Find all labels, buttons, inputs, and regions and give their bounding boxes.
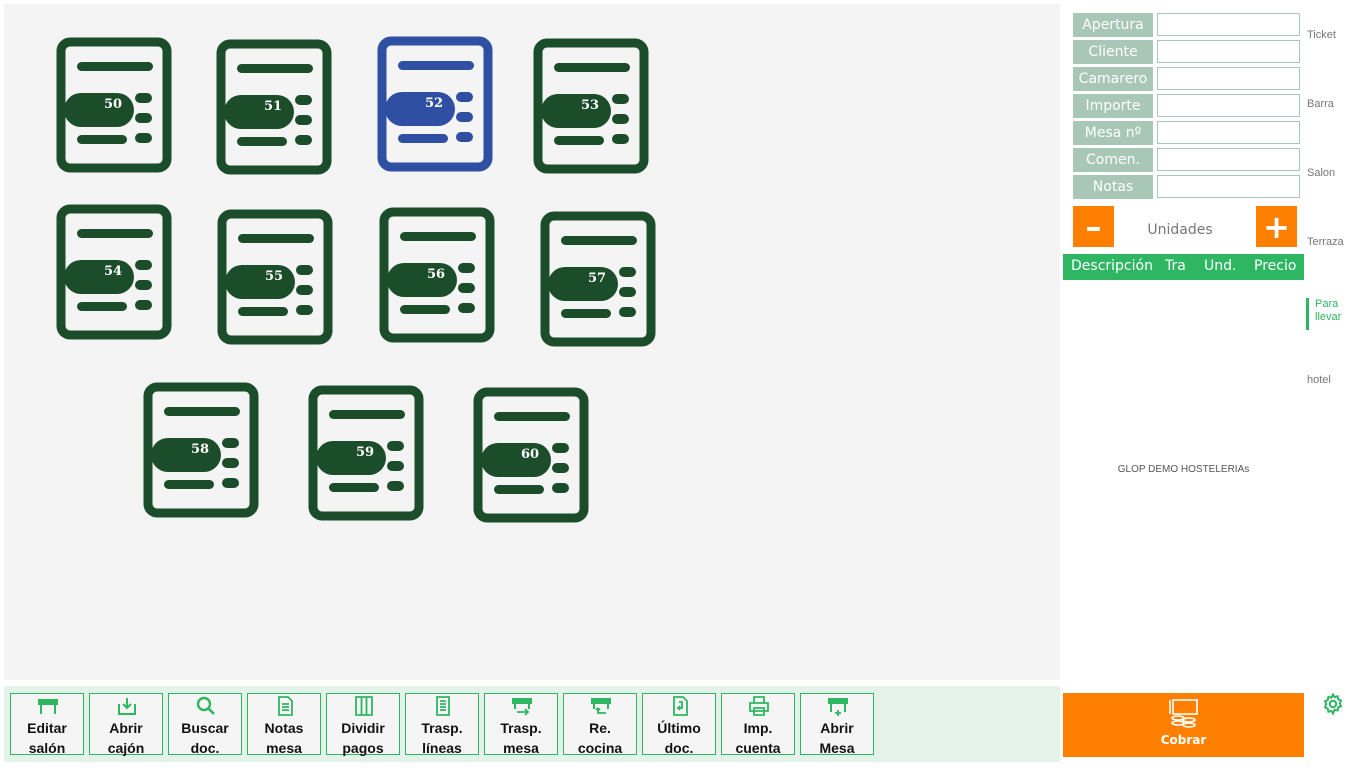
table-number: 53 xyxy=(581,98,600,113)
field-label: Camarero xyxy=(1073,67,1153,91)
table-floor: 50 51 52 53 54 55 56 57 58 59 60 xyxy=(4,4,1060,680)
toolbar-button-label: Imp. cuenta xyxy=(735,720,781,756)
table-number: 51 xyxy=(264,99,283,114)
toolbar-button-label: Trasp. mesa xyxy=(500,720,542,756)
drawer-download-icon xyxy=(118,698,136,715)
table-54[interactable]: 54 xyxy=(56,204,172,340)
gear-icon[interactable] xyxy=(1321,692,1345,716)
field-label: Cliente xyxy=(1073,40,1153,64)
toolbar-button-label: Re. cocina xyxy=(577,720,623,756)
column-descripcion[interactable]: Descripción xyxy=(1071,258,1153,274)
table-undo-icon xyxy=(591,698,611,714)
column-tra[interactable]: Tra xyxy=(1165,258,1186,274)
table-add-icon xyxy=(828,698,848,716)
table-53[interactable]: 53 xyxy=(533,38,649,174)
column-und[interactable]: Und. xyxy=(1204,258,1236,274)
columns-icon xyxy=(355,696,373,716)
imp-cuenta-button[interactable]: Imp. cuenta xyxy=(721,693,795,756)
table-59[interactable]: 59 xyxy=(308,385,424,521)
field-input[interactable] xyxy=(1157,94,1300,117)
table-number: 60 xyxy=(521,447,540,462)
toolbar-button-label: Abrir Mesa xyxy=(819,720,855,756)
field-input[interactable] xyxy=(1157,40,1300,63)
table-number: 57 xyxy=(588,271,607,286)
bottom-toolbar: Editar salón Abrir cajón Buscar doc. Notas … xyxy=(4,686,1060,762)
trasp-lineas-button[interactable]: Trasp. líneas xyxy=(405,693,479,756)
abrir-cajon-button[interactable]: Abrir cajón xyxy=(89,693,163,756)
toolbar-button-label: Buscar doc. xyxy=(181,720,229,756)
field-input[interactable] xyxy=(1157,67,1300,90)
toolbar-button-label: Dividir pagos xyxy=(341,720,385,756)
table-60[interactable]: 60 xyxy=(473,387,589,523)
editar-salon-button[interactable]: Editar salón xyxy=(10,693,84,756)
field-input[interactable] xyxy=(1157,13,1300,36)
table-55[interactable]: 55 xyxy=(217,209,333,345)
buscar-doc-button[interactable]: Buscar doc. xyxy=(168,693,242,756)
category-barra[interactable]: Barra xyxy=(1307,98,1334,110)
table-58[interactable]: 58 xyxy=(143,382,259,518)
decrease-units-button[interactable]: – xyxy=(1073,206,1114,247)
document-icon xyxy=(278,696,293,716)
cobrar-button[interactable]: Cobrar xyxy=(1063,693,1304,757)
table-number: 56 xyxy=(427,267,446,282)
units-label: Unidades xyxy=(1147,222,1213,238)
cash-register-icon xyxy=(1169,699,1198,728)
field-label: Notas xyxy=(1073,175,1153,199)
notas-mesa-button[interactable]: Notas mesa xyxy=(247,693,321,756)
category-terraza[interactable]: Terraza xyxy=(1307,236,1344,248)
printer-icon xyxy=(749,696,769,716)
field-input[interactable] xyxy=(1157,175,1300,198)
toolbar-button-label: Abrir cajón xyxy=(107,720,145,756)
field-label: Importe xyxy=(1073,94,1153,118)
column-precio[interactable]: Precio xyxy=(1254,258,1296,274)
category-hotel[interactable]: hotel xyxy=(1307,374,1331,386)
table-number: 55 xyxy=(265,269,284,284)
table-51[interactable]: 51 xyxy=(216,39,332,175)
field-label: Comen. xyxy=(1073,148,1153,172)
table-icon xyxy=(38,699,58,714)
list-document-icon xyxy=(436,696,450,716)
field-input[interactable] xyxy=(1157,148,1300,171)
table-move-icon xyxy=(512,698,532,716)
table-number: 50 xyxy=(104,97,123,112)
table-number: 58 xyxy=(191,442,210,457)
cobrar-label: Cobrar xyxy=(1160,733,1207,747)
category-salon[interactable]: Salon xyxy=(1307,167,1335,179)
field-input[interactable] xyxy=(1157,121,1300,144)
order-grid[interactable]: GLOP DEMO HOSTELERIAs xyxy=(1063,280,1304,659)
table-52[interactable]: 52 xyxy=(377,36,493,172)
search-icon xyxy=(196,696,215,715)
trasp-mesa-button[interactable]: Trasp. mesa xyxy=(484,693,558,756)
category-para-llevar[interactable]: Para llevar xyxy=(1306,298,1355,330)
ultimo-doc-button[interactable]: Último doc. xyxy=(642,693,716,756)
toolbar-button-label: Notas mesa xyxy=(264,720,304,756)
increase-units-button[interactable]: + xyxy=(1256,206,1297,247)
table-57[interactable]: 57 xyxy=(540,211,656,347)
order-grid-header: Descripción Tra Und. Precio xyxy=(1063,254,1304,280)
table-number: 59 xyxy=(356,445,375,460)
field-label: Apertura xyxy=(1073,13,1153,37)
document-return-icon xyxy=(673,696,688,716)
abrir-mesa-button[interactable]: Abrir Mesa xyxy=(800,693,874,756)
toolbar-button-label: Editar salón xyxy=(27,720,67,756)
table-56[interactable]: 56 xyxy=(379,207,495,343)
re-cocina-button[interactable]: Re. cocina xyxy=(563,693,637,756)
table-50[interactable]: 50 xyxy=(56,37,172,173)
toolbar-button-label: Último doc. xyxy=(657,720,701,756)
field-label: Mesa nº xyxy=(1073,121,1153,145)
category-ticket[interactable]: Ticket xyxy=(1307,29,1336,41)
table-number: 52 xyxy=(425,96,444,111)
toolbar-button-label: Trasp. líneas xyxy=(421,720,463,756)
dividir-pagos-button[interactable]: Dividir pagos xyxy=(326,693,400,756)
table-number: 54 xyxy=(104,264,123,279)
company-name: GLOP DEMO HOSTELERIAs xyxy=(1117,464,1250,475)
